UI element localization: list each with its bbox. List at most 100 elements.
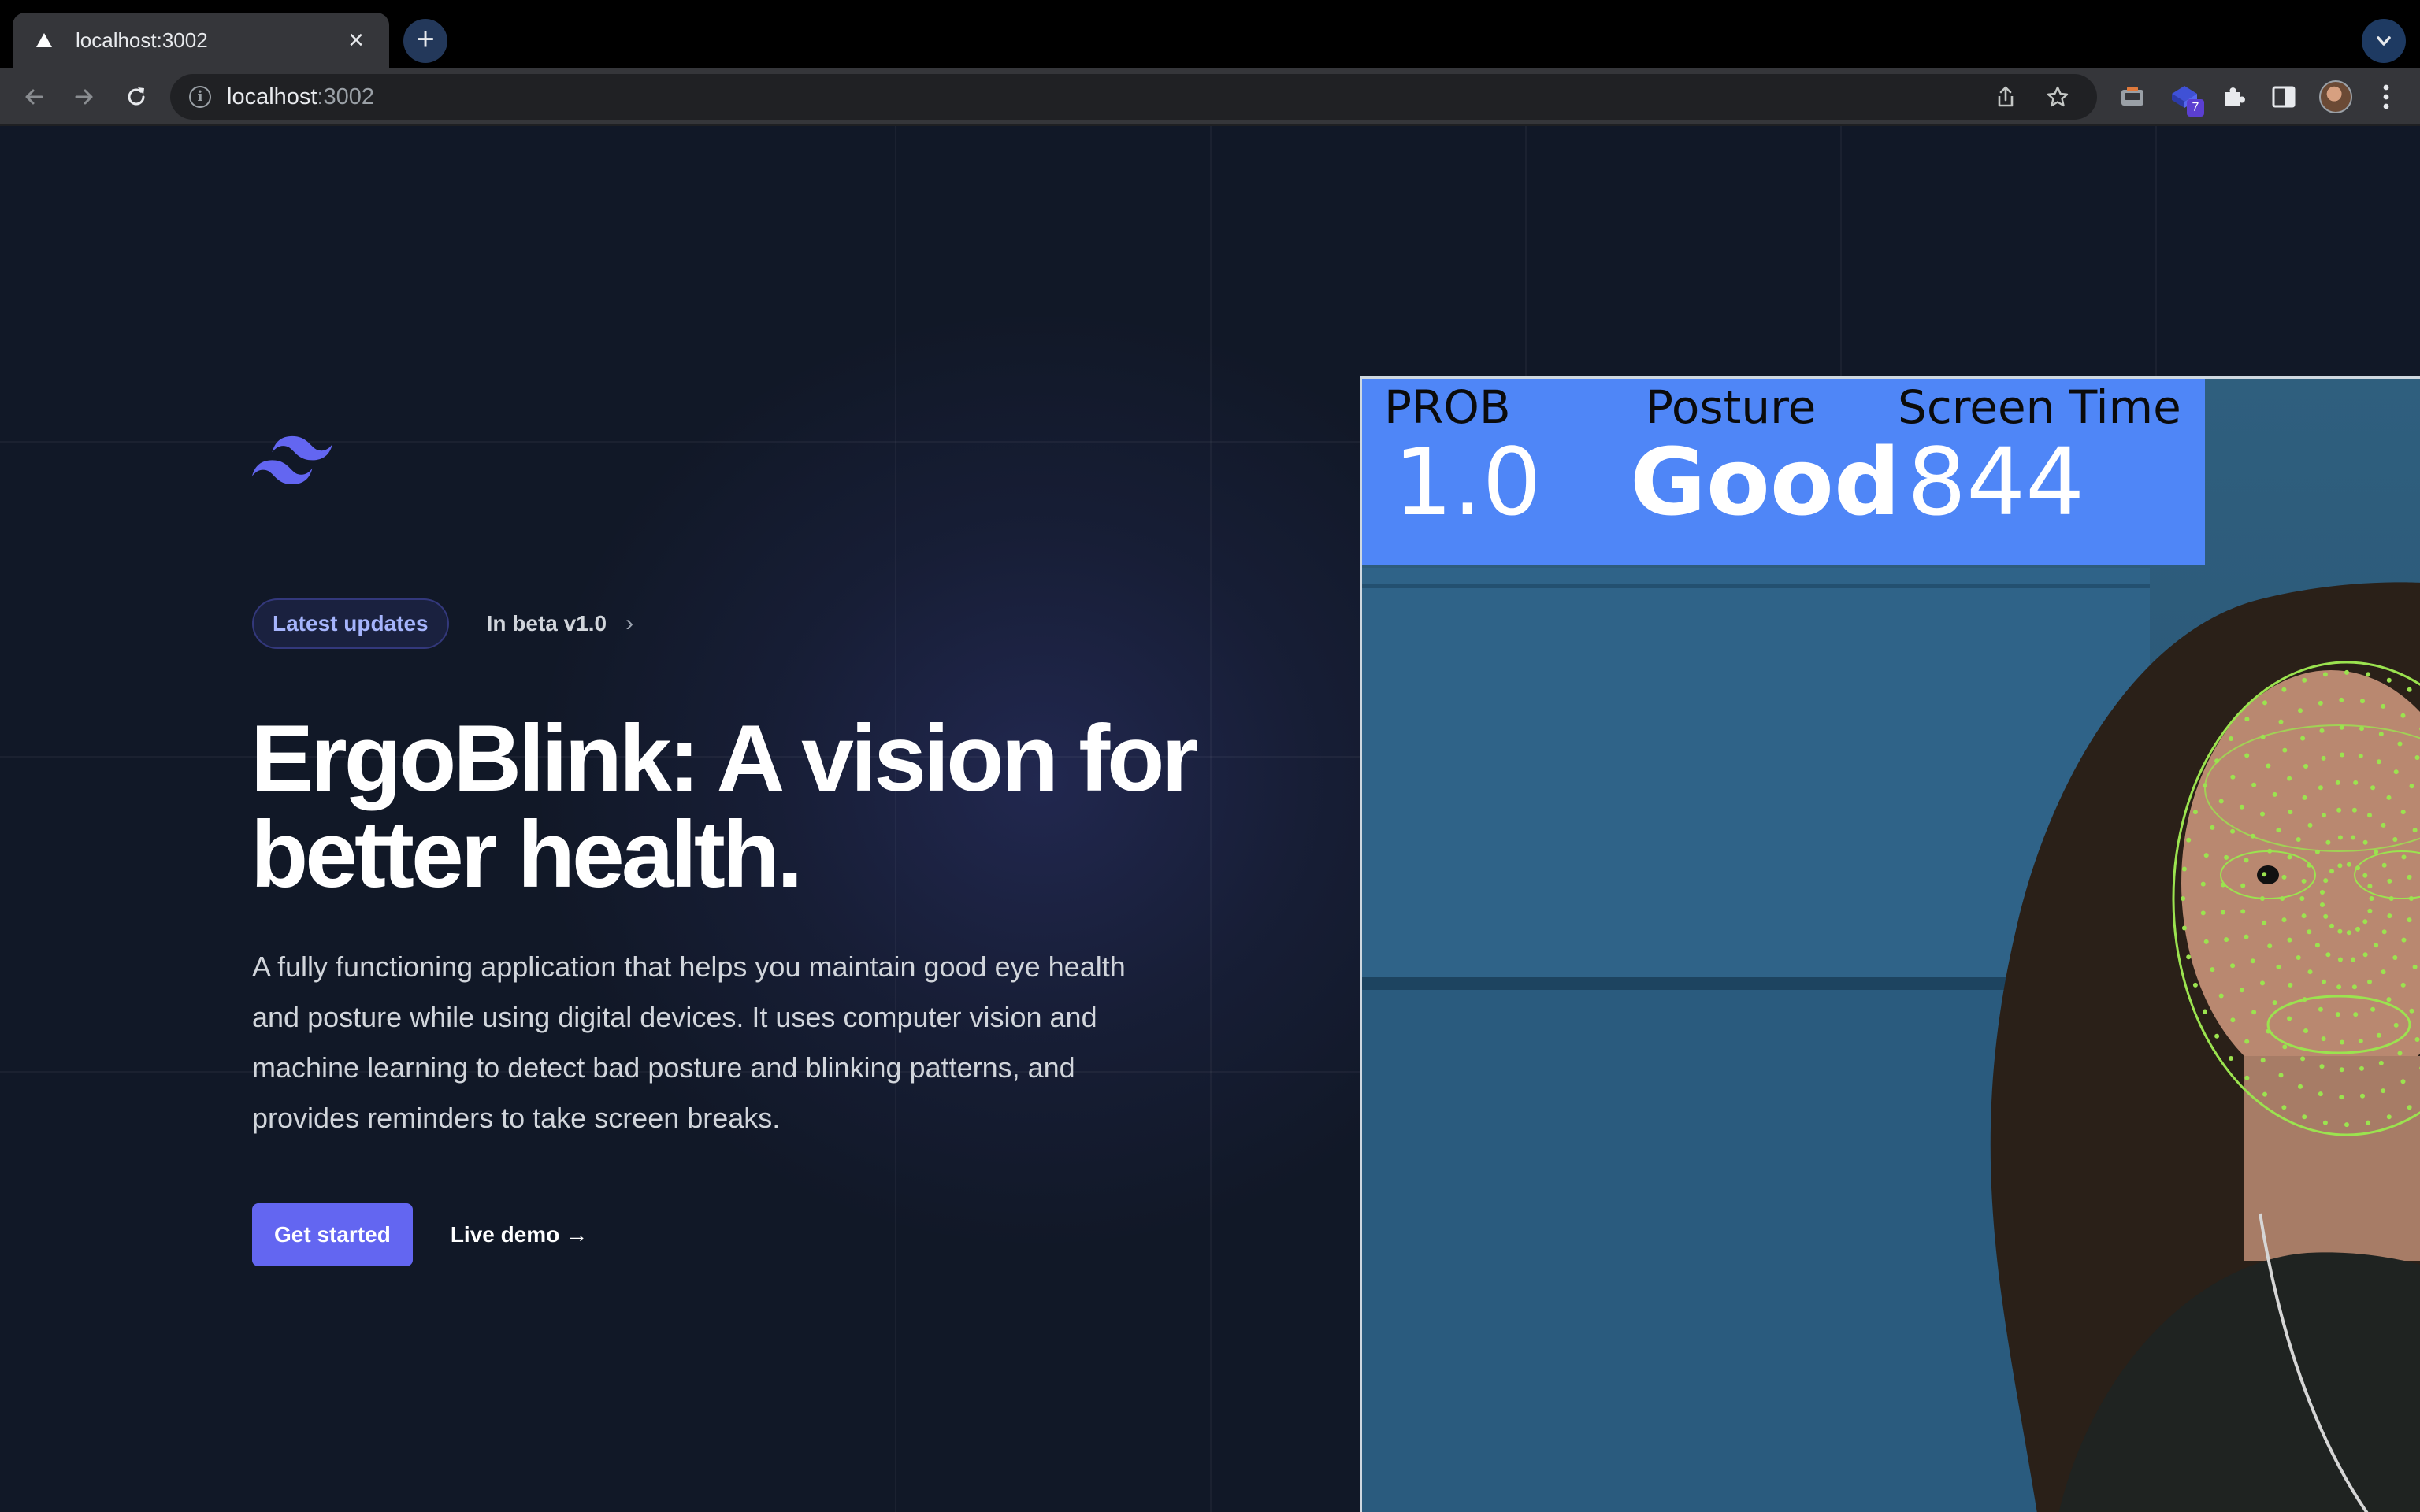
face-mesh-point xyxy=(2314,849,2320,854)
close-icon[interactable]: × xyxy=(342,26,370,54)
face-mesh-point xyxy=(2362,919,2368,925)
face-mesh-point xyxy=(2230,774,2236,780)
side-panel-icon[interactable] xyxy=(2262,76,2305,118)
profile-avatar-button[interactable] xyxy=(2314,76,2357,118)
face-mesh-point xyxy=(2186,837,2192,843)
face-mesh-point xyxy=(2322,1120,2328,1125)
face-mesh-point xyxy=(2298,708,2303,713)
face-mesh-point xyxy=(2267,943,2273,949)
face-mesh-point xyxy=(2318,1091,2323,1097)
face-mesh-point xyxy=(2409,1008,2414,1014)
face-mesh-point xyxy=(2296,955,2301,960)
face-mesh-point xyxy=(2370,1006,2376,1012)
kebab-menu-icon[interactable] xyxy=(2365,76,2407,118)
tab-search-button[interactable] xyxy=(2362,19,2406,63)
face-mesh-point xyxy=(2272,1000,2277,1006)
face-mesh-point xyxy=(2407,687,2412,692)
face-mesh-point xyxy=(2386,997,2392,1002)
face-mesh-point xyxy=(2302,795,2307,800)
face-mesh-point xyxy=(2244,1039,2250,1044)
star-icon[interactable] xyxy=(2037,76,2078,117)
face-mesh-point xyxy=(2281,687,2287,692)
face-mesh-point xyxy=(2367,908,2373,914)
face-mesh-point xyxy=(2370,785,2376,791)
face-mesh-point xyxy=(2192,810,2198,815)
address-bar[interactable]: i localhost:3002 xyxy=(170,74,2097,120)
face-mesh-point xyxy=(2239,804,2244,810)
back-button[interactable] xyxy=(14,77,54,117)
face-mesh-point xyxy=(2337,835,2343,840)
face-mesh-point xyxy=(2276,828,2281,833)
face-mesh-point xyxy=(2260,811,2265,817)
latest-updates-badge[interactable]: Latest updates xyxy=(252,598,449,649)
face-mesh-point xyxy=(2181,896,2186,901)
extension-icon[interactable]: 7 xyxy=(2163,76,2206,118)
face-mesh-point xyxy=(2335,780,2340,785)
chevron-right-icon: › xyxy=(625,610,634,636)
beta-version-label: In beta v1.0 xyxy=(486,611,607,636)
reload-button[interactable] xyxy=(117,77,156,117)
face-mesh-point xyxy=(2339,1067,2344,1073)
info-icon[interactable]: i xyxy=(189,86,211,108)
face-mesh-point xyxy=(2367,979,2372,984)
face-mesh-point xyxy=(2393,769,2399,775)
face-mesh-point xyxy=(2320,902,2325,907)
face-mesh-point xyxy=(2302,677,2307,683)
face-mesh-point xyxy=(2337,928,2343,934)
face-mesh-point xyxy=(2282,1044,2288,1050)
face-mesh-point xyxy=(2355,865,2360,871)
face-mesh-point xyxy=(2276,964,2281,969)
face-mesh-point xyxy=(2260,1058,2266,1063)
face-mesh-point xyxy=(2229,736,2233,741)
face-mesh-point xyxy=(2218,993,2224,999)
face-mesh-point xyxy=(2203,853,2209,858)
face-mesh-point xyxy=(2319,1064,2325,1069)
browser-tab[interactable]: localhost:3002 × xyxy=(13,13,389,68)
beta-version-link[interactable]: In beta v1.0 › xyxy=(487,610,634,637)
face-mesh-point xyxy=(2336,807,2342,813)
puzzle-icon[interactable] xyxy=(2212,76,2255,118)
get-started-button[interactable]: Get started xyxy=(252,1203,413,1266)
face-mesh-point xyxy=(2307,862,2312,868)
face-mesh-point xyxy=(2366,672,2371,677)
face-mesh-point xyxy=(2302,1114,2307,1120)
face-mesh-point xyxy=(2387,914,2392,919)
extension-icon[interactable] xyxy=(2111,76,2154,118)
new-tab-button[interactable]: + xyxy=(403,19,447,63)
forward-button[interactable] xyxy=(65,77,104,117)
face-mesh-point xyxy=(2278,1073,2284,1078)
face-mesh-point xyxy=(2386,677,2392,683)
face-mesh-point xyxy=(2288,810,2293,815)
face-mesh-point xyxy=(2351,835,2356,840)
face-mesh-point xyxy=(2407,917,2412,923)
face-mesh-point xyxy=(2210,967,2215,973)
face-mesh-point xyxy=(2381,822,2386,828)
face-mesh-point xyxy=(2358,1039,2363,1043)
face-mesh-point xyxy=(2181,866,2187,872)
face-mesh-point xyxy=(2278,719,2284,724)
announcement-row: Latest updates In beta v1.0 › xyxy=(252,598,633,649)
face-mesh-point xyxy=(2318,700,2323,706)
face-mesh-point xyxy=(2360,699,2365,704)
face-mesh-point xyxy=(2321,1036,2326,1042)
face-mesh-point xyxy=(2400,1079,2406,1084)
face-mesh-point xyxy=(2412,964,2418,969)
face-mesh-point xyxy=(2322,813,2326,818)
share-icon[interactable] xyxy=(1985,76,2026,117)
face-mesh-point xyxy=(2381,703,2386,709)
live-demo-link[interactable]: Live demo → xyxy=(451,1222,588,1247)
face-mesh-point xyxy=(2322,979,2326,984)
profile-avatar xyxy=(2319,80,2352,113)
face-mesh-point xyxy=(2224,854,2229,860)
face-mesh-point xyxy=(2378,1060,2384,1065)
face-mesh-point xyxy=(2400,982,2406,988)
face-mesh-point xyxy=(2262,700,2267,706)
face-mesh-point xyxy=(2303,1028,2308,1033)
face-mesh-point xyxy=(2307,969,2313,975)
face-mesh-point xyxy=(2272,791,2277,797)
page-title: ErgoBlink: A vision for better health. xyxy=(251,706,1198,907)
face-mesh-point xyxy=(2323,878,2329,884)
url-text[interactable]: localhost:3002 xyxy=(227,84,1985,110)
screen-time-label: Screen Time xyxy=(1898,380,2181,434)
face-mesh-point xyxy=(2359,726,2364,732)
